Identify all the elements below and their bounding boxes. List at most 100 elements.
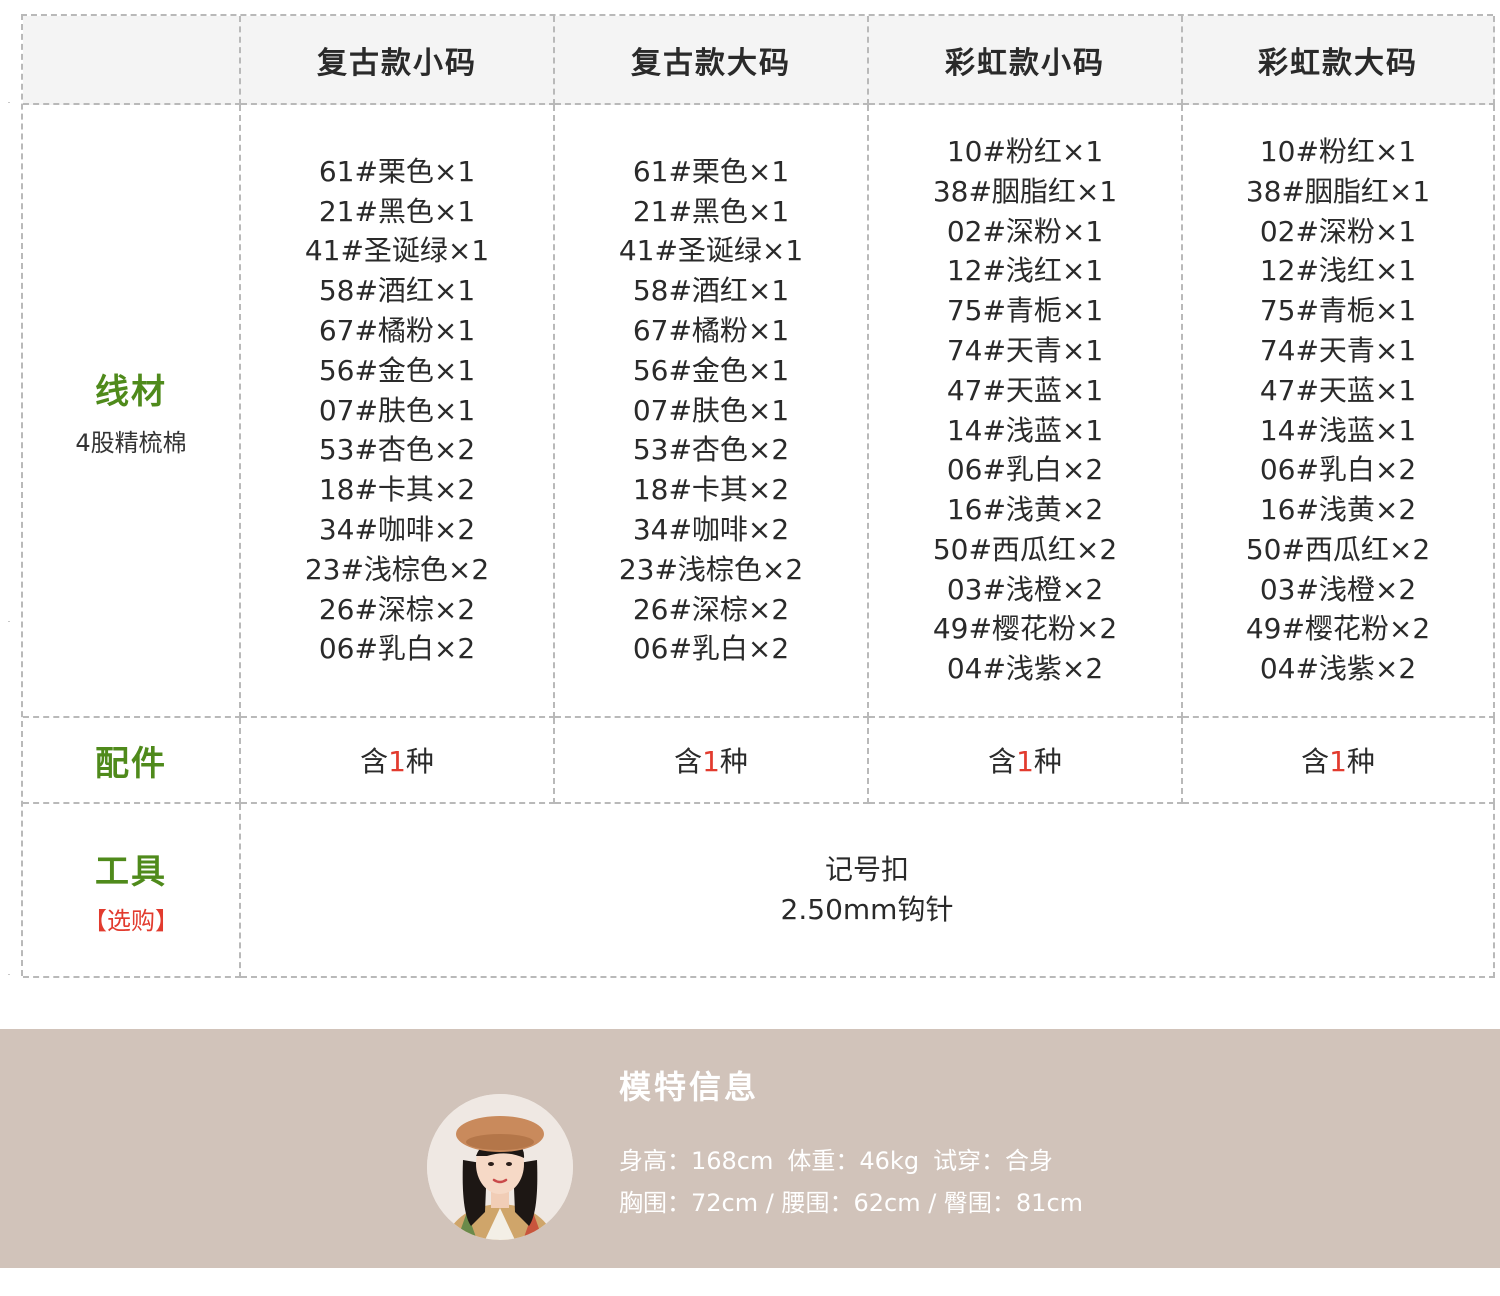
yarn-item: 49#樱花粉×2 xyxy=(1245,612,1431,646)
yarn-item: 50#西瓜红×2 xyxy=(932,532,1118,566)
yarn-item: 34#咖啡×2 xyxy=(632,512,790,546)
column-header-label: 彩虹款小码 xyxy=(945,45,1105,81)
model-height: 身高：168cm xyxy=(619,1147,774,1175)
yarn-item: 06#乳白×2 xyxy=(1259,453,1417,487)
yarn-item: 58#酒红×1 xyxy=(318,274,476,308)
yarn-item: 34#咖啡×2 xyxy=(318,512,476,546)
yarn-item: 18#卡其×2 xyxy=(318,473,476,507)
accessory-number: 1 xyxy=(1016,745,1034,778)
yarn-cell: 10#粉红×1 38#胭脂红×1 02#深粉×1 12#浅红×1 75#青栀×1 74#天… xyxy=(869,105,1183,718)
yarn-item: 23#浅棕色×2 xyxy=(304,552,490,586)
yarn-label: 线材 xyxy=(95,371,167,412)
yarn-item: 16#浅黄×2 xyxy=(1259,493,1417,527)
accessory-cell: 含1种 xyxy=(869,718,1183,804)
yarn-list: 10#粉红×1 38#胭脂红×1 02#深粉×1 12#浅红×1 75#青栀×1 74#天… xyxy=(1246,132,1430,689)
yarn-item: 61#栗色×1 xyxy=(318,154,476,188)
column-header: 复古款小码 xyxy=(241,16,555,105)
yarn-item: 61#栗色×1 xyxy=(632,154,790,188)
yarn-item: 58#酒红×1 xyxy=(632,274,790,308)
edge-tick xyxy=(8,621,10,622)
yarn-cell: 61#栗色×1 21#黑色×1 41#圣诞绿×1 58#酒红×1 67#橘粉×1 56#金… xyxy=(555,105,869,718)
yarn-item: 38#胭脂红×1 xyxy=(1245,174,1431,208)
yarn-item: 26#深棕×2 xyxy=(318,592,476,626)
model-avatar xyxy=(427,1094,573,1240)
yarn-cell: 61#栗色×1 21#黑色×1 41#圣诞绿×1 58#酒红×1 67#橘粉×1 56#金… xyxy=(241,105,555,718)
yarn-item: 67#橘粉×1 xyxy=(318,314,476,347)
yarn-item: 53#杏色×2 xyxy=(318,433,476,467)
column-header-label: 复古款小码 xyxy=(317,45,477,81)
column-header-label: 彩虹款大码 xyxy=(1258,45,1418,81)
yarn-item: 14#浅蓝×1 xyxy=(1259,413,1417,447)
accessory-prefix: 含 xyxy=(674,745,703,778)
yarn-item: 16#浅黄×2 xyxy=(946,493,1104,527)
edge-tick xyxy=(8,102,10,103)
yarn-item: 41#圣诞绿×1 xyxy=(304,234,490,268)
column-header: 彩虹款大码 xyxy=(1183,16,1495,105)
row-label-tools: 工具 【选购】 xyxy=(23,804,241,978)
yarn-item: 38#胭脂红×1 xyxy=(932,174,1118,208)
model-info-title: 模特信息 xyxy=(619,1068,760,1106)
accessory-suffix: 种 xyxy=(1033,745,1062,778)
accessory-prefix: 含 xyxy=(988,745,1017,778)
yarn-item: 12#浅红×1 xyxy=(946,254,1104,288)
accessory-label: 配件 xyxy=(95,743,167,784)
accessory-prefix: 含 xyxy=(360,745,389,778)
yarn-item: 03#浅橙×2 xyxy=(1259,572,1417,606)
model-weight: 体重：46kg xyxy=(787,1147,920,1175)
yarn-item: 03#浅橙×2 xyxy=(946,572,1104,606)
yarn-item: 23#浅棕色×2 xyxy=(618,552,804,586)
spec-table: 复古款小码 复古款大码 彩虹款小码 彩虹款大码 线材 4股精梳棉 61#栗色×1… xyxy=(21,14,1495,978)
yarn-item: 14#浅蓝×1 xyxy=(946,413,1104,447)
yarn-item: 10#粉红×1 xyxy=(1259,134,1417,168)
yarn-item: 02#深粉×1 xyxy=(1259,214,1417,248)
yarn-list: 10#粉红×1 38#胭脂红×1 02#深粉×1 12#浅红×1 75#青栀×1 74#天… xyxy=(933,132,1117,689)
yarn-item: 50#西瓜红×2 xyxy=(1245,532,1431,566)
row-label-accessory: 配件 xyxy=(23,718,241,804)
product-spec-page: 复古款小码 复古款大码 彩虹款小码 彩虹款大码 线材 4股精梳棉 61#栗色×1… xyxy=(0,0,1500,1296)
yarn-item: 49#樱花粉×2 xyxy=(932,612,1118,646)
yarn-item: 74#天青×1 xyxy=(1259,333,1417,367)
yarn-item: 53#杏色×2 xyxy=(632,433,790,467)
yarn-sublabel: 4股精梳棉 xyxy=(75,428,187,457)
accessory-number: 1 xyxy=(388,745,406,778)
corner-cell xyxy=(23,16,241,105)
accessory-cell: 含1种 xyxy=(555,718,869,804)
accessory-number: 1 xyxy=(702,745,720,778)
yarn-item: 04#浅紫×2 xyxy=(1259,652,1417,686)
yarn-item: 07#肤色×1 xyxy=(318,393,476,427)
yarn-item: 56#金色×1 xyxy=(318,353,476,387)
tool-item: 记号扣 xyxy=(824,853,909,886)
accessory-count: 含1种 xyxy=(360,740,434,780)
model-stats-line: 身高：168cm 体重：46kg 试穿：合身 xyxy=(619,1141,1053,1176)
yarn-item: 41#圣诞绿×1 xyxy=(618,234,804,268)
yarn-item: 21#黑色×1 xyxy=(318,194,476,228)
tools-label: 工具 xyxy=(95,852,167,892)
tool-item: 2.50mm钩针 xyxy=(780,893,954,926)
yarn-item: 12#浅红×1 xyxy=(1259,254,1417,288)
yarn-item: 75#青栀×1 xyxy=(946,294,1104,328)
edge-tick xyxy=(8,974,10,975)
yarn-item: 21#黑色×1 xyxy=(632,194,790,228)
yarn-item: 06#乳白×2 xyxy=(318,632,476,666)
yarn-item: 26#深棕×2 xyxy=(632,592,790,626)
column-header: 彩虹款小码 xyxy=(869,16,1183,105)
accessory-suffix: 种 xyxy=(405,745,434,778)
yarn-item: 02#深粉×1 xyxy=(946,214,1104,248)
model-info-banner: 模特信息 身高：168cm 体重：46kg 试穿：合身 胸围：72cm / 腰围：6… xyxy=(0,1029,1500,1268)
yarn-item: 74#天青×1 xyxy=(946,333,1104,367)
yarn-item: 06#乳白×2 xyxy=(632,632,790,666)
accessory-count: 含1种 xyxy=(988,740,1062,780)
model-fit: 试穿：合身 xyxy=(933,1147,1054,1175)
yarn-item: 56#金色×1 xyxy=(632,353,790,387)
tools-cell: 记号扣 2.50mm钩针 xyxy=(241,804,1495,978)
yarn-item: 10#粉红×1 xyxy=(946,134,1104,168)
model-measurements-line: 胸围：72cm / 腰围：62cm / 臀围：81cm xyxy=(619,1189,1084,1217)
accessory-number: 1 xyxy=(1329,745,1347,778)
accessory-cell: 含1种 xyxy=(241,718,555,804)
accessory-count: 含1种 xyxy=(674,740,748,780)
row-label-yarn: 线材 4股精梳棉 xyxy=(23,105,241,718)
yarn-list: 61#栗色×1 21#黑色×1 41#圣诞绿×1 58#酒红×1 67#橘粉×1 56#金… xyxy=(305,152,489,669)
yarn-item: 75#青栀×1 xyxy=(1259,294,1417,328)
accessory-prefix: 含 xyxy=(1301,745,1330,778)
accessory-count: 含1种 xyxy=(1301,740,1375,780)
